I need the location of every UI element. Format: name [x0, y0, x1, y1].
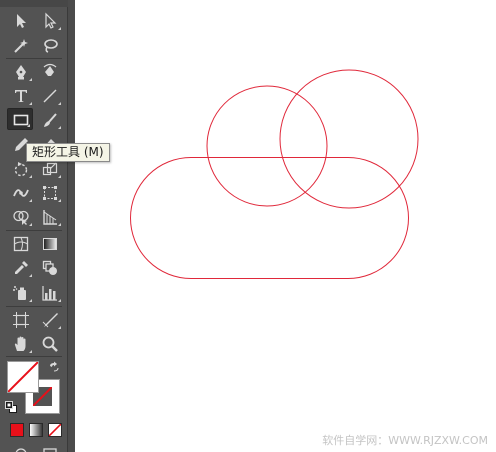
symbol-sprayer-tool-icon: [13, 286, 26, 300]
eyedropper-tool[interactable]: [8, 257, 34, 279]
tools-panel-header[interactable]: [0, 0, 68, 7]
flyout-indicator: [27, 124, 30, 127]
flyout-indicator: [29, 299, 32, 302]
line-segment-tool[interactable]: [37, 85, 63, 107]
flyout-indicator: [29, 78, 32, 81]
color-mode-button[interactable]: [10, 423, 24, 437]
direct-selection-tool-icon: [45, 12, 57, 29]
none-slash-icon: [49, 424, 61, 436]
flyout-indicator: [58, 199, 61, 202]
column-graph-tool-icon: [42, 286, 57, 301]
flyout-indicator: [29, 350, 32, 353]
toolbar-divider: [6, 230, 62, 231]
rotate-tool-icon: [14, 162, 28, 177]
pen-tool[interactable]: [8, 61, 34, 83]
slice-tool[interactable]: [37, 309, 63, 331]
paintbrush-tool-icon: [44, 113, 57, 127]
column-graph-tool[interactable]: [37, 282, 63, 304]
slice-tool-icon: [42, 313, 58, 328]
none-slash-icon: [8, 362, 38, 392]
line-segment-tool-icon: [43, 89, 57, 103]
flyout-indicator: [29, 274, 32, 277]
shape-builder-tool-icon: [13, 210, 29, 225]
symbol-sprayer-tool[interactable]: [8, 282, 34, 304]
watermark-text: 软件自学网：WWW.RJZXW.COM: [322, 434, 488, 447]
hand-tool-icon: [14, 336, 26, 351]
shape-builder-tool[interactable]: [8, 206, 34, 228]
curvature-tool[interactable]: [37, 61, 63, 83]
curvature-tool-icon: [43, 63, 57, 76]
zoom-tool-icon: [42, 336, 58, 352]
flyout-indicator: [29, 102, 32, 105]
rectangle-tool-tooltip: 矩形工具 (M): [26, 143, 110, 162]
default-fill-stroke-icon[interactable]: [5, 401, 17, 413]
gradient-tool[interactable]: [37, 233, 63, 255]
right-circle-shape[interactable]: [279, 69, 419, 209]
mesh-tool[interactable]: [8, 233, 34, 255]
left-circle-shape[interactable]: [206, 85, 328, 207]
type-tool[interactable]: [8, 85, 34, 107]
paintbrush-tool[interactable]: [37, 109, 63, 131]
blend-tool-icon: [42, 260, 57, 275]
scale-tool-icon: [42, 162, 58, 176]
tools-panel: [0, 0, 68, 452]
perspective-grid-tool-icon: [43, 210, 57, 225]
toolbar-divider: [6, 356, 62, 357]
gradient-mode-button[interactable]: [29, 423, 43, 437]
swap-fill-stroke-icon[interactable]: [48, 361, 60, 373]
screen-mode-icon: [43, 448, 57, 452]
flyout-indicator: [58, 223, 61, 226]
toolbar-divider: [6, 58, 62, 59]
flyout-indicator: [29, 223, 32, 226]
flyout-indicator: [29, 199, 32, 202]
zoom-tool[interactable]: [37, 333, 63, 355]
hand-tool[interactable]: [8, 333, 34, 355]
direct-selection-tool[interactable]: [37, 10, 63, 32]
gradient-tool-icon: [43, 238, 57, 250]
pen-tool-icon: [16, 65, 26, 80]
artboard-canvas[interactable]: 软件自学网：WWW.RJZXW.COM: [75, 0, 496, 452]
flyout-indicator: [58, 126, 61, 129]
illustrator-workspace: 软件自学网：WWW.RJZXW.COM 矩形工具 (M): [0, 0, 496, 452]
selection-tool[interactable]: [8, 10, 34, 32]
drawing-mode-button[interactable]: [8, 443, 34, 452]
flyout-indicator: [58, 326, 61, 329]
magic-wand-tool-icon: [14, 39, 28, 53]
width-tool-icon: [13, 189, 29, 197]
artwork: [130, 69, 419, 279]
drawing-mode-icon: [15, 448, 27, 452]
eyedropper-tool-icon: [15, 261, 28, 274]
rounded-rectangle-shape[interactable]: [130, 157, 409, 279]
perspective-grid-tool[interactable]: [37, 206, 63, 228]
magic-wand-tool[interactable]: [8, 35, 34, 57]
artboard-tool[interactable]: [8, 309, 34, 331]
blend-tool[interactable]: [37, 257, 63, 279]
width-tool[interactable]: [8, 182, 34, 204]
artboard-tool-icon: [13, 312, 29, 328]
lasso-tool[interactable]: [37, 35, 63, 57]
selection-tool-icon: [17, 14, 26, 28]
rectangle-tool[interactable]: [7, 108, 33, 130]
flyout-indicator: [58, 27, 61, 30]
free-transform-tool[interactable]: [37, 182, 63, 204]
none-mode-button[interactable]: [48, 423, 62, 437]
screen-mode-button[interactable]: [37, 443, 63, 452]
type-tool-icon: [15, 90, 27, 102]
fill-color-swatch[interactable]: [7, 361, 39, 393]
flyout-indicator: [29, 175, 32, 178]
mesh-tool-icon: [13, 236, 29, 252]
free-transform-tool-icon: [43, 186, 57, 200]
lasso-tool-icon: [44, 39, 58, 53]
flyout-indicator: [58, 175, 61, 178]
flyout-indicator: [58, 102, 61, 105]
flyout-indicator: [58, 299, 61, 302]
toolbar-divider: [6, 306, 62, 307]
